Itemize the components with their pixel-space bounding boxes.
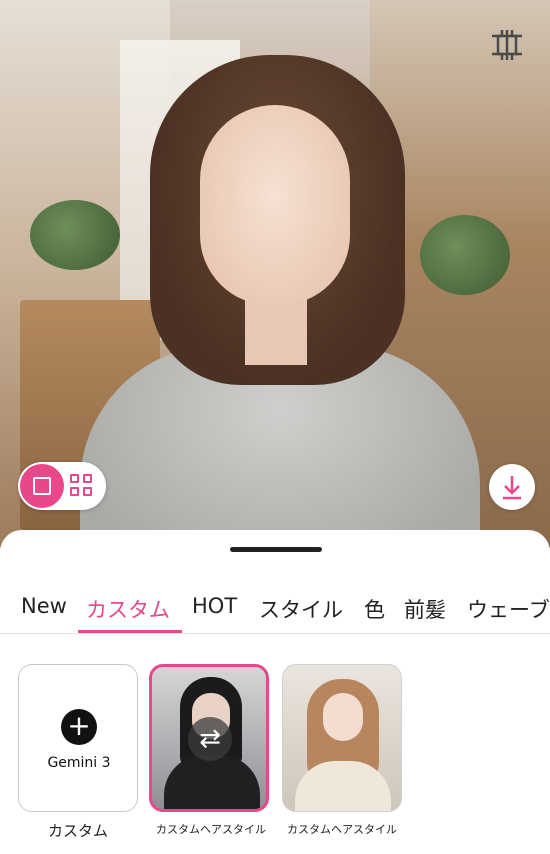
- tab-color[interactable]: 色: [364, 594, 385, 624]
- model-label: Gemini 3: [47, 755, 111, 771]
- swap-icon[interactable]: ⇄: [188, 717, 232, 761]
- thumbnail-face: [323, 693, 363, 741]
- crop-icon[interactable]: [488, 26, 526, 64]
- view-toggle: [18, 462, 106, 510]
- card-caption: カスタムヘアスタイル: [287, 823, 397, 836]
- thumbnail-body: [164, 755, 260, 809]
- tab-bangs[interactable]: 前髪: [404, 594, 446, 624]
- plus-icon: +: [61, 709, 97, 745]
- tab-new[interactable]: New: [21, 594, 67, 618]
- style-card[interactable]: [282, 664, 402, 812]
- tab-hot[interactable]: HOT: [192, 594, 237, 618]
- single-view-button[interactable]: [20, 464, 64, 508]
- grid-view-icon[interactable]: [70, 474, 94, 498]
- photo-plant: [30, 200, 120, 270]
- sheet-grabber[interactable]: [230, 547, 322, 552]
- tab-custom[interactable]: カスタム: [86, 594, 170, 624]
- style-cards: + Gemini 3 カスタム ⇄ カスタムヘアスタイル カスタムヘアスタイル: [0, 664, 550, 844]
- tab-wave[interactable]: ウェーブ: [467, 594, 550, 624]
- download-icon: [503, 476, 521, 500]
- download-button[interactable]: [489, 464, 535, 510]
- category-tabs: New カスタム HOT スタイル 色 前髪 ウェーブ: [0, 588, 550, 634]
- photo-plant: [420, 215, 510, 295]
- crop-icon-glyph: [492, 30, 522, 60]
- bottom-sheet: New カスタム HOT スタイル 色 前髪 ウェーブ + Gemini 3 カ…: [0, 530, 550, 854]
- photo-person-face: [200, 105, 350, 305]
- custom-card[interactable]: + Gemini 3: [18, 664, 138, 812]
- single-view-icon: [33, 477, 51, 495]
- style-card-selected[interactable]: ⇄: [149, 664, 269, 812]
- tab-style[interactable]: スタイル: [259, 594, 343, 624]
- card-caption: カスタムヘアスタイル: [156, 823, 266, 836]
- tabs-divider: [0, 633, 550, 634]
- card-caption: カスタム: [47, 822, 108, 840]
